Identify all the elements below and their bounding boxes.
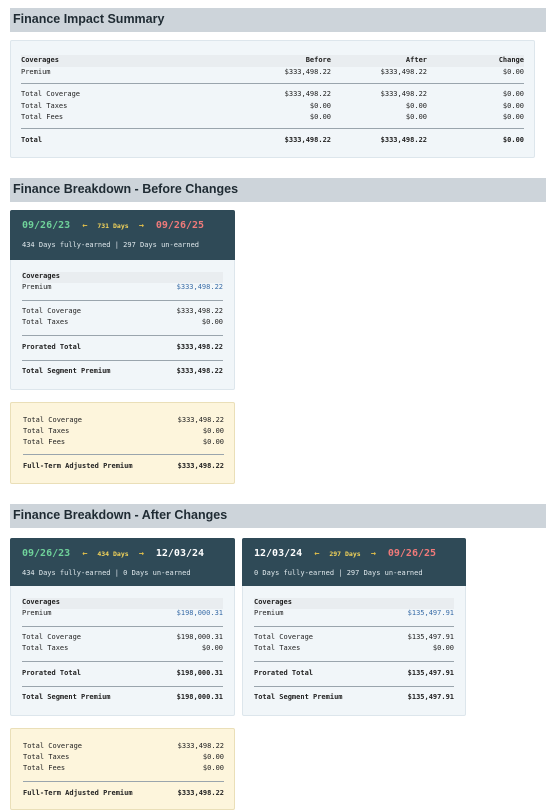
premium-link[interactable]: $333,498.22 — [177, 283, 223, 291]
total-coverage-row: Total Coverage $333,498.22 — [23, 742, 224, 750]
after-segment-body-1: Coverages Premium $198,000.31 Total Cover… — [22, 598, 223, 708]
total-coverage-row: Total Coverage $135,497.91 — [254, 633, 454, 641]
premium-link[interactable]: $198,000.31 — [177, 609, 223, 617]
total-taxes-row: Total Taxes $0.00 — [22, 644, 223, 652]
premium-row: Premium $198,000.31 — [22, 609, 223, 617]
segment-earned-info: 434 Days fully-earned | 297 Days un-earn… — [22, 241, 200, 249]
arrow-left-icon: ← — [82, 221, 88, 231]
table-row: Premium $333,498.22 $333,498.22 $0.00 — [21, 67, 524, 76]
table-row: Total Coverage $333,498.22 $333,498.22 $… — [21, 90, 524, 98]
after-segment-header-2: 12/03/24 ← 297 Days → 09/26/25 0 Days fu… — [242, 538, 466, 586]
summary-panel: Coverages Before After Change Premium $3… — [10, 40, 535, 158]
arrow-right-icon: → — [138, 221, 144, 231]
total-fees-row: Total Fees $0.00 — [23, 764, 224, 772]
premium-row: Premium $135,497.91 — [254, 609, 454, 617]
segment-premium-row: Total Segment Premium $198,000.31 — [22, 693, 223, 701]
after-title: Finance Breakdown - After Changes — [10, 504, 546, 528]
col-after: After — [331, 55, 427, 67]
coverages-header: Coverages — [22, 598, 223, 609]
after-segment-header-1: 09/26/23 ← 434 Days → 12/03/24 434 Days … — [10, 538, 235, 586]
segment-end-date: 12/03/24 — [155, 548, 205, 559]
before-segment-header: 09/26/23 ← 731 Days → 09/26/25 434 Days … — [10, 210, 235, 260]
before-full-term-card: Total Coverage $333,498.22 Total Taxes $0.… — [10, 402, 235, 484]
after-segment-body-2: Coverages Premium $135,497.91 Total Cover… — [254, 598, 454, 708]
segment-days: 297 Days — [329, 550, 361, 558]
summary-table: Coverages Before After Change Premium $3… — [21, 55, 524, 146]
table-row-total: Total $333,498.22 $333,498.22 $0.00 — [21, 135, 524, 144]
segment-days: 731 Days — [97, 222, 129, 230]
segment-premium-row: Total Segment Premium $135,497.91 — [254, 693, 454, 701]
col-coverages: Coverages — [21, 55, 241, 67]
table-row: Total Fees $0.00 $0.00 $0.00 — [21, 113, 524, 121]
coverages-header: Coverages — [254, 598, 454, 609]
segment-premium-row: Total Segment Premium $333,498.22 — [22, 367, 223, 375]
total-taxes-row: Total Taxes $0.00 — [23, 753, 224, 761]
arrow-right-icon: → — [370, 549, 376, 559]
after-full-term-card: Total Coverage $333,498.22 Total Taxes $0.… — [10, 728, 235, 810]
total-taxes-row: Total Taxes $0.00 — [23, 427, 224, 435]
arrow-left-icon: ← — [82, 549, 88, 559]
premium-row: Premium $333,498.22 — [22, 283, 223, 291]
before-title: Finance Breakdown - Before Changes — [10, 178, 546, 202]
summary-title: Finance Impact Summary — [10, 8, 546, 32]
segment-start-date: 09/26/23 — [22, 220, 71, 231]
coverages-header: Coverages — [22, 272, 223, 283]
col-change: Change — [427, 55, 524, 67]
arrow-left-icon: ← — [314, 549, 320, 559]
full-term-adjusted-row: Full-Term Adjusted Premium $333,498.22 — [23, 462, 224, 470]
segment-earned-info: 0 Days fully-earned | 297 Days un-earned — [254, 569, 423, 577]
total-taxes-row: Total Taxes $0.00 — [22, 318, 223, 326]
prorated-total-row: Prorated Total $135,497.91 — [254, 669, 454, 677]
segment-earned-info: 434 Days fully-earned | 0 Days un-earned — [22, 569, 191, 577]
total-coverage-row: Total Coverage $333,498.22 — [22, 307, 223, 315]
segment-days: 434 Days — [97, 550, 129, 558]
col-before: Before — [241, 55, 331, 67]
prorated-total-row: Prorated Total $333,498.22 — [22, 343, 223, 351]
full-term-adjusted-row: Full-Term Adjusted Premium $333,498.22 — [23, 789, 224, 797]
segment-end-date: 09/26/25 — [155, 220, 205, 231]
table-row: Total Taxes $0.00 $0.00 $0.00 — [21, 101, 524, 110]
segment-end-date: 09/26/25 — [387, 548, 437, 559]
arrow-right-icon: → — [138, 549, 144, 559]
before-segment-body: Coverages Premium $333,498.22 Total Cover… — [22, 272, 223, 382]
premium-link[interactable]: $135,497.91 — [408, 609, 454, 617]
prorated-total-row: Prorated Total $198,000.31 — [22, 669, 223, 677]
segment-start-date: 12/03/24 — [254, 548, 303, 559]
total-fees-row: Total Fees $0.00 — [23, 438, 224, 446]
total-coverage-row: Total Coverage $333,498.22 — [23, 416, 224, 424]
summary-header-row: Coverages Before After Change — [21, 55, 524, 67]
total-coverage-row: Total Coverage $198,000.31 — [22, 633, 223, 641]
segment-start-date: 09/26/23 — [22, 548, 71, 559]
total-taxes-row: Total Taxes $0.00 — [254, 644, 454, 652]
